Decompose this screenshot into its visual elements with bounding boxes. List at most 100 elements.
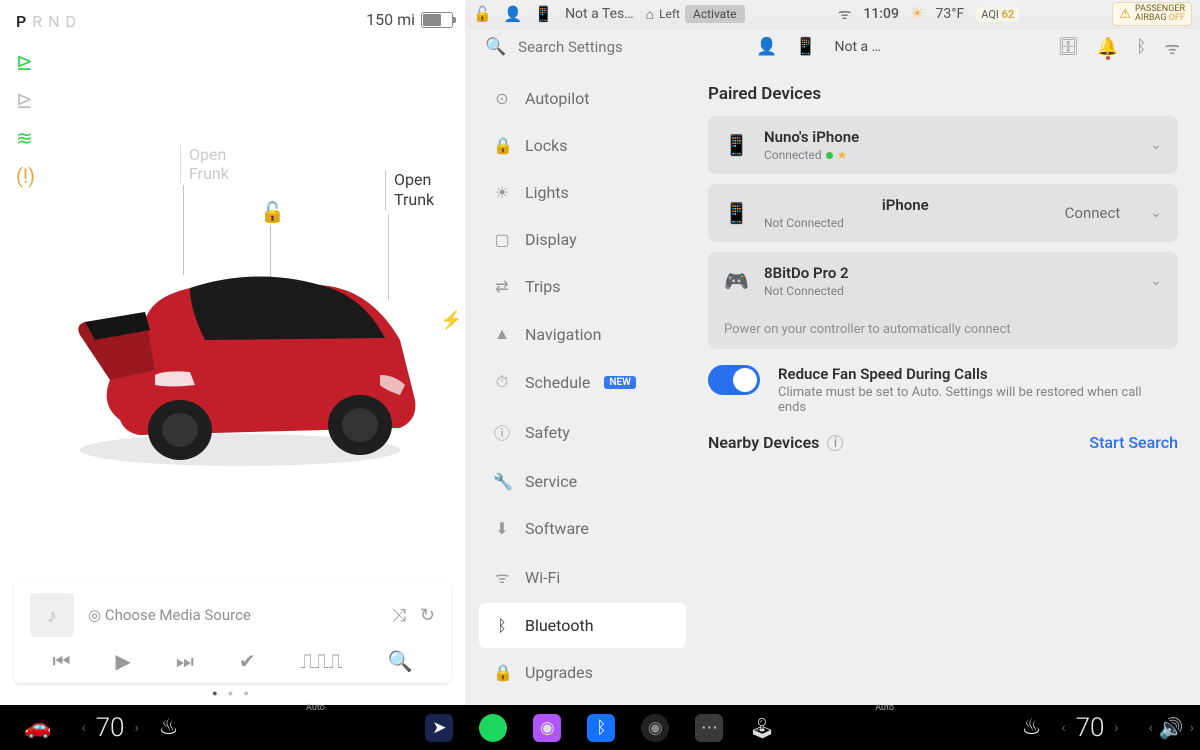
spotify-app[interactable] [479, 714, 507, 742]
temp-up-left[interactable]: › [128, 720, 144, 736]
homelink-button[interactable]: ⌂Left Activate [646, 5, 745, 23]
bottom-dock: Auto Auto 🚗 ‹ 70 › ♨ ➤ ◉ ᛒ ◉ ⋯ 🕹 ♨ ‹ 70 … [0, 705, 1200, 750]
vehicle-status-icons: ⊵ ⊵ ≋ (!) [16, 50, 35, 188]
phone-icon[interactable]: 📱 [795, 37, 816, 57]
wifi-icon[interactable]: ᯤ [838, 4, 852, 24]
profile-icon[interactable]: 👤 [504, 5, 523, 23]
toggle-title: Reduce Fan Speed During Calls [778, 365, 1148, 383]
nav-navigation[interactable]: ▲Navigation [479, 311, 686, 357]
nav-trips[interactable]: ⇄Trips [479, 264, 686, 309]
repeat-icon[interactable]: ↻ [420, 605, 435, 626]
clock: 11:09 [863, 6, 899, 22]
controller-hint: Power on your controller to automaticall… [724, 322, 1162, 337]
nav-locks[interactable]: 🔒Locks [479, 123, 686, 168]
nav-lights[interactable]: ☀Lights [479, 170, 686, 215]
climate-auto-label-right: Auto [875, 703, 894, 713]
gear-indicator: PRND [16, 12, 82, 31]
nearby-devices-title: Nearby Devices [708, 433, 819, 452]
like-button[interactable]: ✔ [239, 649, 256, 673]
volume-down[interactable]: ‹ [1143, 720, 1159, 736]
temp-down-right[interactable]: ‹ [1055, 720, 1071, 736]
driver-temp[interactable]: 70 [92, 713, 129, 743]
outside-temp: 73°F [935, 6, 964, 22]
battery-icon [421, 12, 453, 28]
podcasts-app[interactable]: ◉ [533, 714, 561, 742]
next-track-button[interactable]: ⏭ [176, 649, 194, 673]
driver-seat-heater[interactable]: ♨ [159, 715, 179, 740]
media-search-button[interactable]: 🔍 [388, 649, 413, 673]
aqi-badge[interactable]: AQI 62 [976, 7, 1019, 22]
bluetooth-icon[interactable]: ᛒ [1136, 37, 1146, 57]
temp-up-right[interactable]: › [1108, 720, 1124, 736]
equalizer-button[interactable]: ⎍⎍⎍ [301, 649, 343, 673]
info-icon[interactable]: i [827, 435, 843, 451]
play-button[interactable]: ▶ [115, 649, 130, 673]
bluetooth-app[interactable]: ᛒ [587, 714, 615, 742]
device-row-nunos-iphone[interactable]: 📱 Nuno's iPhone Connected★ ⌄ [708, 116, 1178, 174]
dashcam-icon[interactable]: 🗄 [1058, 37, 1080, 57]
car-controls-button[interactable]: 🚗 [0, 715, 75, 740]
nav-bluetooth[interactable]: ᛒBluetooth [479, 603, 686, 648]
prev-track-button[interactable]: ⏮ [52, 649, 70, 673]
climate-auto-label-left: Auto [306, 703, 325, 713]
nav-upgrades[interactable]: 🔒Upgrades [479, 650, 686, 695]
camera-app[interactable]: ◉ [641, 714, 669, 742]
navigation-app[interactable]: ➤ [425, 714, 453, 742]
nav-autopilot[interactable]: ⊙Autopilot [479, 76, 686, 121]
more-apps[interactable]: ⋯ [695, 714, 723, 742]
foglight-icon: ≋ [16, 126, 35, 150]
phone-device-icon: 📱 [724, 133, 746, 157]
reduce-fan-speed-toggle[interactable] [708, 365, 760, 395]
passenger-seat-heater[interactable]: ♨ [1022, 715, 1042, 740]
open-frunk-button[interactable]: OpenFrunk [180, 145, 229, 183]
airbag-warning: ⚠ PASSENGERAIRBAG OFF [1112, 2, 1192, 26]
phone-device-icon: 📱 [724, 201, 746, 225]
choose-media-source[interactable]: ◎ Choose Media Source [88, 606, 378, 624]
page-dots[interactable]: ● ● ● [212, 688, 253, 699]
nav-service[interactable]: 🔧Service [479, 459, 686, 504]
tpms-icon: (!) [16, 164, 35, 188]
nav-software[interactable]: ⬇Software [479, 506, 686, 551]
nav-wifi[interactable]: ᯤWi-Fi [479, 553, 686, 601]
vehicle-render [60, 240, 440, 480]
weather-icon: ☀ [911, 6, 924, 22]
start-search-button[interactable]: Start Search [1089, 433, 1178, 452]
settings-nav: ⊙Autopilot 🔒Locks ☀Lights ▢Display ⇄Trip… [465, 66, 700, 705]
open-trunk-button[interactable]: OpenTrunk [385, 170, 434, 210]
toggle-subtitle: Climate must be set to Auto. Settings wi… [778, 385, 1148, 415]
chevron-down-icon: ⌄ [1150, 273, 1162, 289]
search-icon: 🔍 [485, 37, 506, 57]
unlock-icon[interactable]: 🔓 [260, 200, 285, 224]
settings-search-input[interactable] [518, 38, 738, 56]
wifi-icon[interactable]: ᯤ [1164, 36, 1180, 59]
notifications-icon[interactable]: 🔔 [1097, 37, 1118, 57]
media-player-card: ♪ ◎ Choose Media Source ⤨ ↻ ⏮ ▶ ⏭ ✔ ⎍⎍⎍ … [14, 581, 451, 683]
headlight-icon: ⊵ [16, 50, 35, 74]
arcade-app[interactable]: 🕹 [749, 716, 774, 740]
phone-icon[interactable]: 📱 [534, 5, 553, 23]
auto-highbeam-icon: ⊵ [16, 88, 35, 112]
music-note-icon: ♪ [30, 593, 74, 637]
temp-down-left[interactable]: ‹ [75, 720, 91, 736]
nav-display[interactable]: ▢Display [479, 217, 686, 262]
passenger-temp[interactable]: 70 [1072, 713, 1109, 743]
profile-short[interactable]: Not a … [835, 39, 881, 55]
profile-icon[interactable]: 👤 [756, 37, 777, 57]
device-row-iphone[interactable]: 📱 iPhone Not Connected Connect ⌄ [708, 184, 1178, 242]
profile-name[interactable]: Not a Tes… [565, 6, 634, 22]
paired-devices-title: Paired Devices [708, 84, 1178, 104]
nav-safety[interactable]: ⓘSafety [479, 407, 686, 457]
lock-status-icon[interactable]: 🔓 [473, 5, 492, 23]
settings-sub-bar: 🔍 👤 📱 Not a … 🗄 🔔 ᛒ ᯤ [465, 29, 1200, 66]
gamepad-icon: 🎮 [724, 269, 746, 293]
nav-schedule[interactable]: ⏱ScheduleNEW [479, 359, 686, 405]
charge-icon[interactable]: ⚡ [440, 310, 462, 331]
connect-button[interactable]: Connect [1065, 204, 1121, 222]
volume-icon[interactable]: 🔊 [1159, 716, 1184, 740]
volume-up[interactable]: › [1184, 720, 1200, 736]
range-remaining: 150 mi [366, 10, 453, 29]
chevron-down-icon: ⌄ [1150, 205, 1162, 221]
shuffle-icon[interactable]: ⤨ [392, 605, 406, 626]
device-row-8bitdo[interactable]: 🎮 8BitDo Pro 2 Not Connected ⌄ Power on … [708, 252, 1178, 349]
top-status-bar: 🔓 👤 📱 Not a Tes… ⌂Left Activate ᯤ 11:09 … [465, 0, 1200, 29]
